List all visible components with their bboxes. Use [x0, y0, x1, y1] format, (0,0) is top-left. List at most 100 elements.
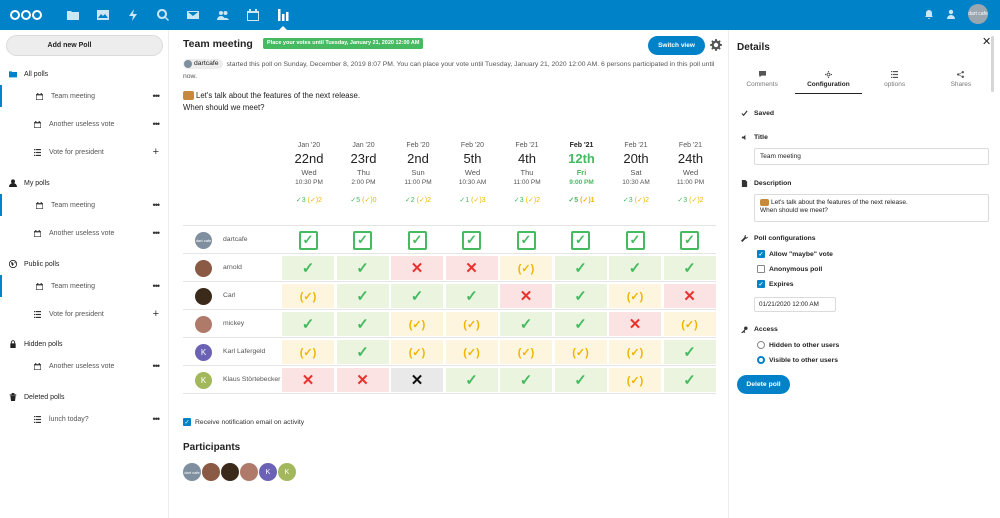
nav-poll-item[interactable]: Another useless vote •••	[0, 113, 169, 135]
nav-deleted-polls[interactable]: Deleted polls	[0, 388, 169, 406]
allow-maybe-checkbox[interactable]: ✓	[757, 250, 765, 258]
nav-public-polls[interactable]: Public polls	[0, 255, 169, 273]
participant-avatar[interactable]	[221, 463, 239, 481]
participant-name: dartcafe	[223, 236, 248, 243]
nextcloud-logo[interactable]	[10, 8, 44, 22]
participant-avatar[interactable]: K	[278, 463, 296, 481]
nav-category-label: Hidden polls	[24, 340, 63, 348]
add-icon[interactable]: +	[153, 308, 159, 320]
notification-checkbox[interactable]: ✓	[183, 418, 191, 426]
more-actions-icon[interactable]: •••	[153, 119, 161, 129]
nav-poll-item[interactable]: lunch today? •••	[0, 408, 169, 430]
vote-checkbox[interactable]: ✓	[516, 230, 536, 250]
expires-option[interactable]: ✓ Expires	[757, 280, 794, 288]
add-icon[interactable]: +	[153, 146, 159, 158]
search-icon[interactable]	[148, 0, 178, 30]
settings-gear-icon[interactable]	[710, 39, 722, 51]
photos-icon[interactable]	[88, 0, 118, 30]
option-day: 22nd	[294, 151, 324, 166]
more-actions-icon[interactable]: •••	[153, 281, 161, 291]
polls-icon[interactable]	[268, 0, 298, 30]
nav-all-polls[interactable]: All polls	[0, 65, 169, 83]
allow-maybe-option[interactable]: ✓ Allow "maybe" vote	[757, 250, 833, 258]
own-vote-cell[interactable]: ✓	[663, 228, 716, 252]
nav-poll-item[interactable]: Team meeting •••	[0, 85, 169, 107]
anonymous-checkbox[interactable]	[757, 265, 765, 273]
more-actions-icon[interactable]: •••	[153, 414, 161, 424]
participant-avatar[interactable]: K	[259, 463, 277, 481]
more-actions-icon[interactable]: •••	[153, 200, 161, 210]
expires-checkbox[interactable]: ✓	[757, 280, 765, 288]
own-vote-cell[interactable]: ✓	[554, 228, 607, 252]
vote-checkbox[interactable]: ✓	[680, 230, 699, 250]
date-option-header: Feb '20 2nd Sun 11:00 PM ✓2 (✓)2	[391, 141, 445, 205]
owner-chip[interactable]: dartcafe	[183, 59, 223, 70]
hidden-radio[interactable]	[757, 341, 765, 349]
vote-checkbox[interactable]: ✓	[298, 230, 318, 250]
participant-avatar[interactable]: dart cafe	[183, 463, 201, 481]
nav-poll-item[interactable]: Vote for president +	[0, 303, 169, 325]
anonymous-option[interactable]: Anonymous poll	[757, 265, 822, 273]
nav-poll-item[interactable]: Another useless vote •••	[0, 355, 169, 377]
more-actions-icon[interactable]: •••	[153, 91, 161, 101]
nav-poll-item[interactable]: Team meeting •••	[0, 194, 169, 216]
own-vote-cell[interactable]: ✓	[500, 228, 552, 252]
expiry-date-input[interactable]: 01/21/2020 12:00 AM	[754, 297, 836, 312]
vote-maybe-cell: (✓)	[663, 312, 716, 336]
vote-yes-cell: ✓	[336, 284, 389, 308]
tab-comments[interactable]: Comments	[729, 70, 795, 94]
vote-checkbox[interactable]: ✓	[571, 230, 590, 250]
more-actions-icon[interactable]: •••	[153, 228, 161, 238]
tab-configuration[interactable]: Configuration	[795, 70, 862, 94]
nav-poll-item[interactable]: Vote for president +	[0, 141, 169, 163]
more-actions-icon[interactable]: •••	[153, 361, 161, 371]
notification-option[interactable]: ✓ Receive notification email on activity	[183, 418, 304, 426]
own-vote-cell[interactable]: ✓	[282, 228, 334, 252]
maybe-count: (✓)3	[471, 197, 486, 204]
delete-poll-button[interactable]: Delete poll	[737, 375, 790, 394]
add-new-poll-button[interactable]: Add new Poll	[6, 35, 163, 56]
participants-list: dart cafe K K	[183, 463, 296, 481]
own-vote-cell[interactable]: ✓	[609, 228, 661, 252]
visible-radio[interactable]	[757, 356, 765, 364]
vote-yes-cell: ✓	[609, 256, 661, 280]
vote-checkbox[interactable]: ✓	[625, 230, 645, 250]
participant-row: K Karl Lafergeld (✓) ✓ (✓) (✓) (✓) (✓) (✓) ✓	[183, 337, 716, 365]
vote-checkbox[interactable]: ✓	[462, 230, 481, 250]
nav-poll-item[interactable]: Team meeting •••	[0, 275, 169, 297]
app-menu	[58, 0, 298, 30]
participant-avatar[interactable]	[240, 463, 258, 481]
option-counts: ✓5 (✓)0	[337, 196, 391, 205]
switch-view-button[interactable]: Switch view	[648, 36, 705, 55]
tab-shares[interactable]: Shares	[928, 70, 994, 94]
contacts-menu-icon[interactable]	[946, 9, 956, 19]
own-vote-cell[interactable]: ✓	[391, 228, 443, 252]
vote-no-cell: ✕	[500, 284, 552, 308]
title-input[interactable]: Team meeting	[754, 148, 989, 165]
notifications-icon[interactable]	[924, 9, 934, 19]
visible-option[interactable]: Visible to other users	[757, 356, 838, 364]
vote-checkbox[interactable]: ✓	[407, 230, 427, 250]
vote-checkbox[interactable]: ✓	[353, 230, 372, 250]
participant-avatar[interactable]	[202, 463, 220, 481]
tab-options[interactable]: options	[862, 70, 928, 94]
nav-hidden-polls[interactable]: Hidden polls	[0, 335, 169, 353]
yes-count: ✓1	[459, 197, 470, 204]
user-avatar[interactable]: dart cafe	[968, 4, 988, 24]
files-icon[interactable]	[58, 0, 88, 30]
description-input[interactable]: Let's talk about the features of the nex…	[754, 194, 989, 222]
calendar-icon[interactable]	[238, 0, 268, 30]
activity-icon[interactable]	[118, 0, 148, 30]
own-vote-cell[interactable]: ✓	[445, 228, 498, 252]
hidden-option[interactable]: Hidden to other users	[757, 341, 839, 349]
nav-my-polls[interactable]: My polls	[0, 174, 169, 192]
close-icon[interactable]: ✕	[982, 35, 991, 48]
mail-icon[interactable]	[178, 0, 208, 30]
notification-label: Receive notification email on activity	[195, 418, 305, 426]
option-weekday: Wed	[682, 168, 699, 177]
vote-yes-cell: ✓	[445, 284, 498, 308]
own-vote-cell[interactable]: ✓	[336, 228, 389, 252]
vote-maybe-cell: (✓)	[609, 340, 661, 364]
contacts-icon[interactable]	[208, 0, 238, 30]
nav-poll-item[interactable]: Another useless vote •••	[0, 222, 169, 244]
